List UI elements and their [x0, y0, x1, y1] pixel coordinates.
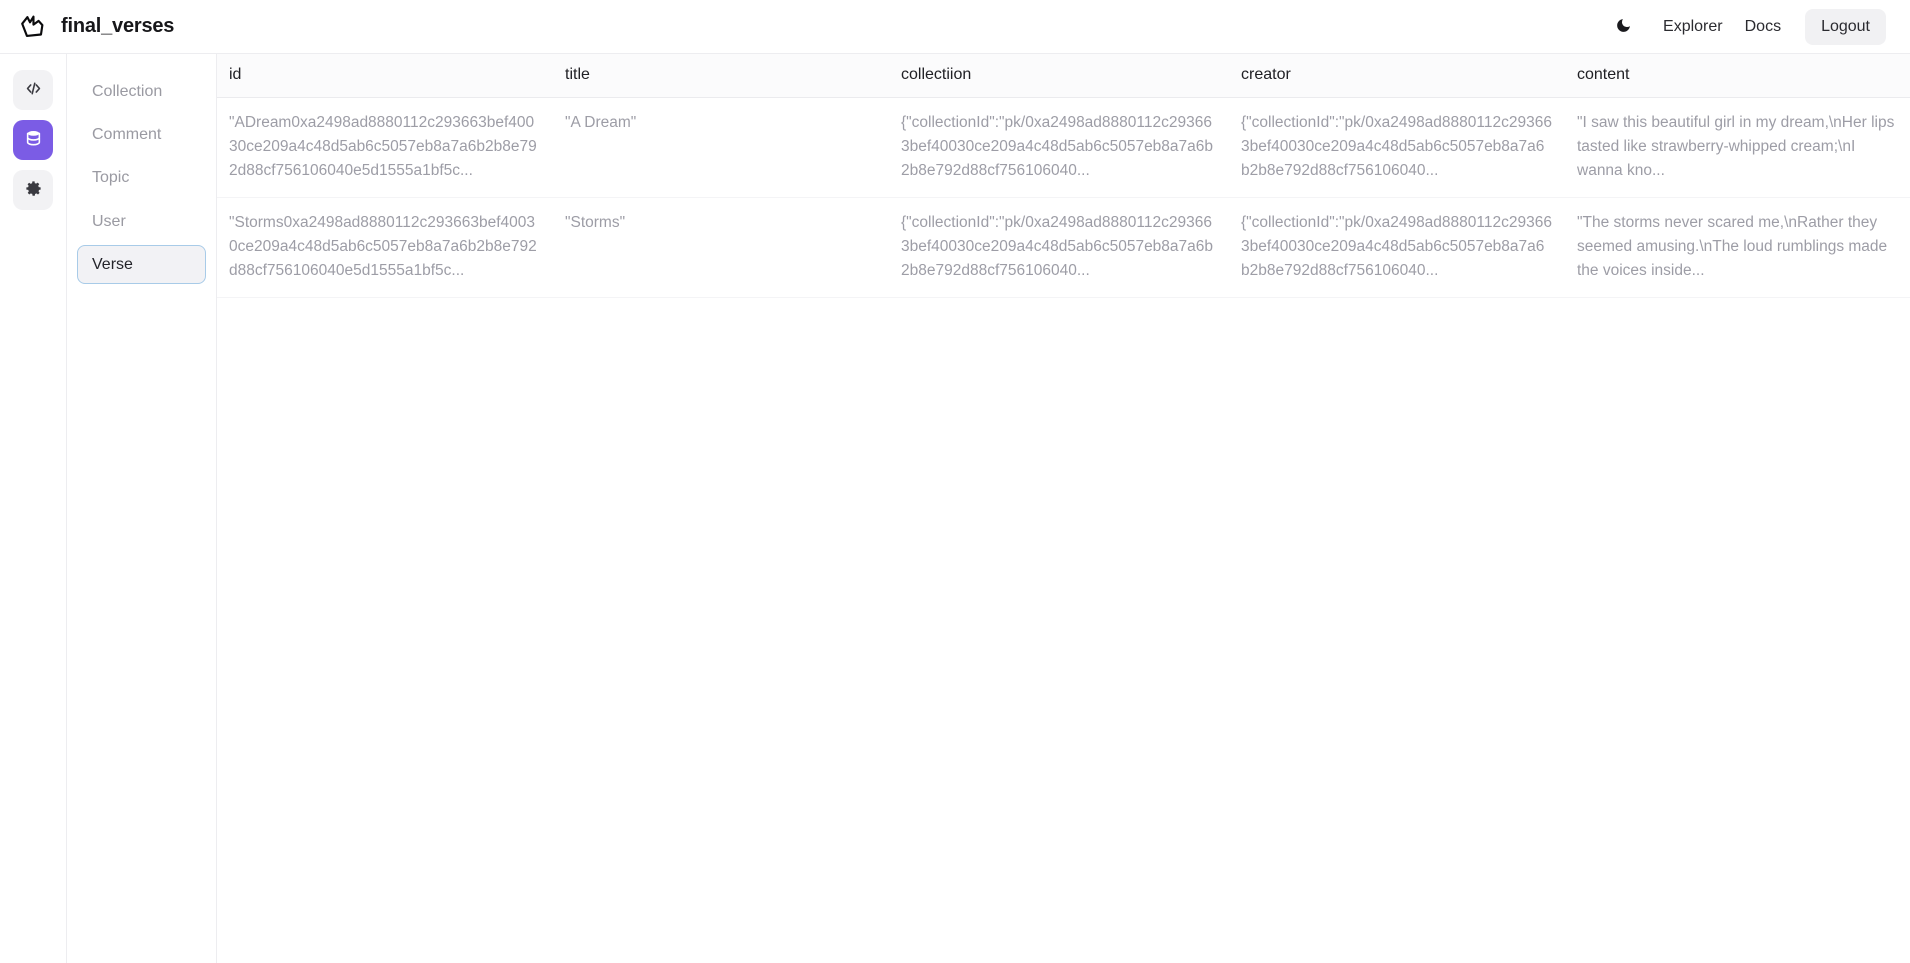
- rail-button-code[interactable]: [13, 70, 53, 110]
- table-row[interactable]: "ADream0xa2498ad8880112c293663bef40030ce…: [217, 97, 1910, 198]
- model-list-sidebar: Collection Comment Topic User Verse: [67, 54, 217, 963]
- sidebar-item-verse[interactable]: Verse: [77, 244, 206, 284]
- crown-logo-icon: [18, 12, 48, 42]
- theme-toggle-button[interactable]: [1604, 8, 1642, 46]
- table-header: id title collectiion creator content: [217, 54, 1910, 98]
- table-body: "ADream0xa2498ad8880112c293663bef40030ce…: [217, 97, 1910, 298]
- rail-button-settings[interactable]: [13, 170, 53, 210]
- cell-title[interactable]: "A Dream": [553, 97, 889, 198]
- logout-button[interactable]: Logout: [1805, 8, 1886, 45]
- sidebar-item-user[interactable]: User: [77, 202, 206, 241]
- nav-link-explorer[interactable]: Explorer: [1652, 10, 1734, 44]
- project-name: final_verses: [61, 15, 175, 37]
- column-header-collectiion[interactable]: collectiion: [889, 54, 1229, 98]
- cell-title[interactable]: "Storms": [553, 197, 889, 298]
- data-table-panel: id title collectiion creator content "AD…: [217, 54, 1910, 963]
- icon-rail: [0, 54, 67, 963]
- sidebar-item-collection[interactable]: Collection: [77, 72, 206, 111]
- brand[interactable]: final_verses: [18, 12, 174, 42]
- cell-creator[interactable]: {"collectionId":"pk/0xa2498ad8880112c293…: [1229, 97, 1565, 198]
- code-brackets-icon: [24, 79, 43, 101]
- records-table: id title collectiion creator content "AD…: [217, 54, 1910, 298]
- column-header-title[interactable]: title: [553, 54, 889, 98]
- moon-icon: [1615, 17, 1632, 37]
- cell-collectiion[interactable]: {"collectionId":"pk/0xa2498ad8880112c293…: [889, 197, 1229, 298]
- sidebar-item-comment[interactable]: Comment: [77, 115, 206, 154]
- column-header-creator[interactable]: creator: [1229, 54, 1565, 98]
- cell-id[interactable]: "ADream0xa2498ad8880112c293663bef40030ce…: [217, 97, 553, 198]
- top-bar-actions: Explorer Docs Logout: [1604, 8, 1886, 46]
- sidebar-item-topic[interactable]: Topic: [77, 158, 206, 197]
- rail-button-database[interactable]: [13, 120, 53, 160]
- top-bar: final_verses Explorer Docs Logout: [0, 0, 1910, 54]
- cell-content[interactable]: "The storms never scared me,\nRather the…: [1565, 197, 1910, 298]
- database-icon: [24, 129, 43, 151]
- cell-creator[interactable]: {"collectionId":"pk/0xa2498ad8880112c293…: [1229, 197, 1565, 298]
- column-header-content[interactable]: content: [1565, 54, 1910, 98]
- cell-content[interactable]: "I saw this beautiful girl in my dream,\…: [1565, 97, 1910, 198]
- nav-link-docs[interactable]: Docs: [1734, 10, 1792, 44]
- table-header-row: id title collectiion creator content: [217, 54, 1910, 98]
- column-header-id[interactable]: id: [217, 54, 553, 98]
- cell-id[interactable]: "Storms0xa2498ad8880112c293663bef40030ce…: [217, 197, 553, 298]
- table-row[interactable]: "Storms0xa2498ad8880112c293663bef40030ce…: [217, 197, 1910, 298]
- cell-collectiion[interactable]: {"collectionId":"pk/0xa2498ad8880112c293…: [889, 97, 1229, 198]
- gear-icon: [24, 179, 43, 201]
